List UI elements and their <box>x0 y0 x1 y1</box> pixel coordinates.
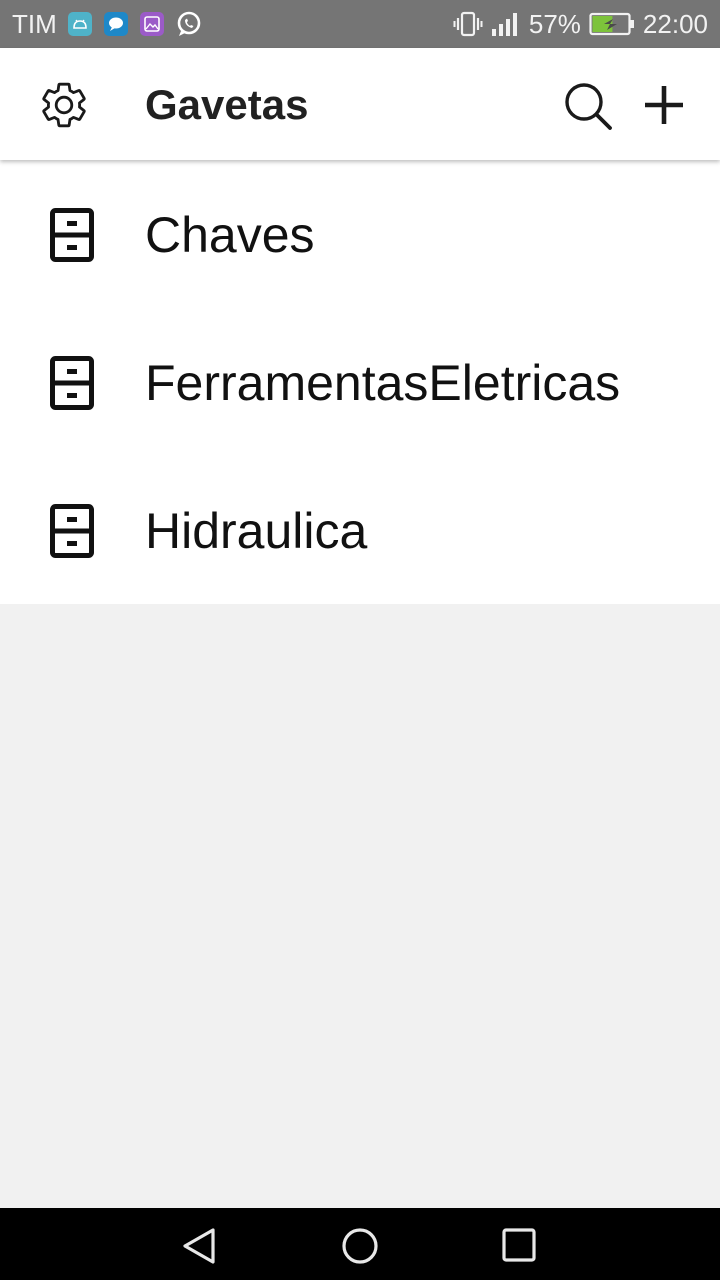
list-item[interactable]: Hidraulica <box>0 456 720 604</box>
list-item-label: Hidraulica <box>145 503 368 559</box>
recents-icon[interactable] <box>501 1227 539 1265</box>
drawer-list: Chaves FerramentasEletricas Hidraulica <box>0 160 720 604</box>
list-item-label: FerramentasEletricas <box>145 355 621 411</box>
status-right: 57% 22:00 <box>453 0 708 48</box>
carrier-label: TIM <box>12 9 57 39</box>
battery-icon <box>589 11 635 37</box>
clock: 22:00 <box>642 8 708 39</box>
app-bar: Gavetas <box>0 48 720 160</box>
android-icon <box>68 12 92 36</box>
navigation-bar <box>0 1208 720 1280</box>
vibrate-icon <box>453 11 483 37</box>
gear-icon[interactable] <box>38 79 90 131</box>
drawer-cabinet-icon <box>50 504 94 563</box>
home-icon[interactable] <box>340 1226 380 1266</box>
plus-icon[interactable] <box>640 81 688 129</box>
page-title: Gavetas <box>145 81 309 128</box>
drawer-cabinet-icon <box>50 356 94 415</box>
search-icon[interactable] <box>560 80 616 136</box>
chat-icon <box>104 12 128 36</box>
list-item[interactable]: Chaves <box>0 160 720 308</box>
list-item-label: Chaves <box>145 207 315 263</box>
status-bar: TIM 57% 22:00 <box>0 0 720 48</box>
back-icon[interactable] <box>180 1226 220 1266</box>
drawer-cabinet-icon <box>50 208 94 267</box>
battery-percent: 57% <box>528 8 581 39</box>
list-item[interactable]: FerramentasEletricas <box>0 308 720 456</box>
gallery-icon <box>140 12 164 36</box>
whatsapp-icon <box>176 11 202 42</box>
signal-icon <box>491 11 521 37</box>
